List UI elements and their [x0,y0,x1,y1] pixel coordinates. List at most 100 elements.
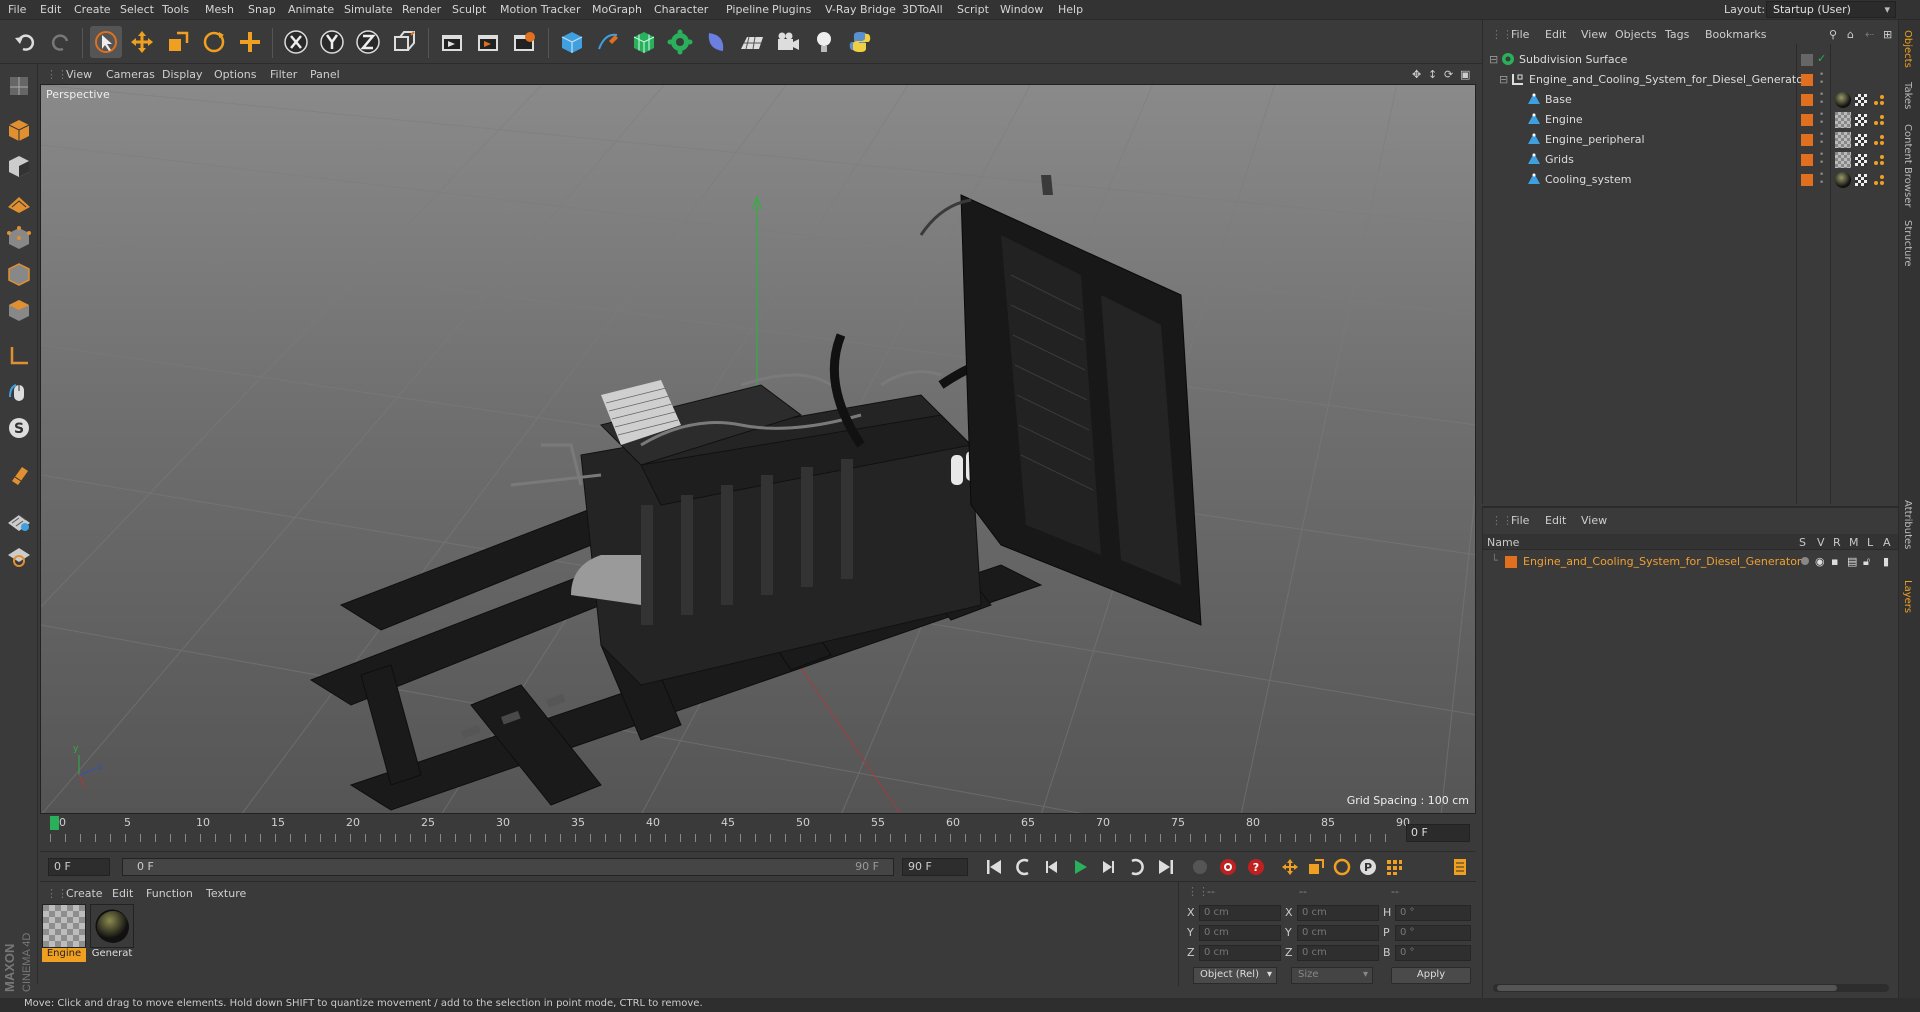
lock-icon[interactable]: 🔓︎ [1863,555,1870,569]
menu-create[interactable]: Create [74,3,111,16]
scale-icon[interactable] [162,26,194,58]
viewport-menu-view[interactable]: View [66,68,92,81]
move-icon[interactable] [126,26,158,58]
solo-toggle-icon[interactable] [1801,557,1809,565]
make-editable-icon[interactable] [3,70,35,102]
polygons-mode-icon[interactable] [3,294,35,326]
points-mode-icon[interactable] [3,222,35,254]
render-picture-viewer-icon[interactable] [472,26,504,58]
visibility-dots-icon[interactable]: • • [1819,71,1824,88]
tab-takes[interactable]: Takes [1902,82,1913,109]
camera-icon[interactable] [772,26,804,58]
material-tag-icon[interactable] [1835,132,1851,148]
material-menu-create[interactable]: Create [66,887,103,900]
key-pla-icon[interactable] [1382,855,1406,879]
y-axis-icon[interactable] [316,26,348,58]
python-icon[interactable] [844,26,876,58]
eye-icon[interactable]: ◉ [1815,555,1825,568]
timeline-ruler[interactable]: 0 5 10 15 20 25 30 35 40 45 50 55 60 65 … [50,816,1410,842]
tweak-mode-icon[interactable] [3,376,35,408]
go-to-start-icon[interactable] [982,855,1006,879]
playhead-marker[interactable] [50,816,59,830]
autokey-icon[interactable] [1216,855,1240,879]
material-tag-icon[interactable] [1835,92,1851,108]
search-icon[interactable]: ⚲ [1829,28,1837,41]
selection-tag-icon[interactable] [1873,134,1885,146]
key-parameter-icon[interactable]: P [1356,855,1380,879]
menu-character[interactable]: Character [654,3,708,16]
visibility-dots-icon[interactable]: • • [1819,111,1824,128]
viewport-menu-filter[interactable]: Filter [270,68,297,81]
home-icon[interactable]: ⌂ [1847,28,1854,41]
menu-script[interactable]: Script [957,3,989,16]
menu-edit[interactable]: Edit [40,3,61,16]
selection-tag-icon[interactable] [1873,94,1885,106]
z-axis-icon[interactable] [352,26,384,58]
object-menu-tags[interactable]: Tags [1665,28,1689,41]
menu-motion-tracker[interactable]: Motion Tracker [500,3,580,16]
size-z-field[interactable]: 0 cm [1297,945,1379,961]
menu-simulate[interactable]: Simulate [344,3,393,16]
pen-spline-icon[interactable] [592,26,624,58]
layout-select[interactable]: Startup (User) [1766,1,1896,18]
edges-mode-icon[interactable] [3,258,35,290]
viewport-zoom-icon[interactable]: ↕ [1428,68,1437,81]
layer-color-swatch[interactable] [1505,556,1517,568]
timeline[interactable]: 0 5 10 15 20 25 30 35 40 45 50 55 60 65 … [40,814,1476,852]
tab-objects[interactable]: Objects [1902,30,1913,68]
visibility-dots-icon[interactable]: • • [1819,151,1824,168]
tab-layers[interactable]: Layers [1902,580,1913,613]
light-icon[interactable] [808,26,840,58]
snapping-icon[interactable]: S [3,412,35,444]
go-to-end-icon[interactable] [1154,855,1178,879]
layer-menu-file[interactable]: File [1511,514,1529,527]
selection-tag-icon[interactable] [1873,174,1885,186]
x-axis-icon[interactable] [280,26,312,58]
lock-workplane-icon[interactable] [3,504,35,536]
tab-attributes[interactable]: Attributes [1902,500,1913,549]
pos-y-field[interactable]: 0 cm [1199,925,1281,941]
size-y-field[interactable]: 0 cm [1297,925,1379,941]
uvw-tag-icon[interactable] [1855,134,1867,146]
material-tag-icon[interactable] [1835,172,1851,188]
rot-p-field[interactable]: 0 ° [1395,925,1471,941]
visibility-dots-icon[interactable]: • • [1819,131,1824,148]
keyframe-selection-icon[interactable]: ? [1244,855,1268,879]
back-icon[interactable]: ⇠ [1865,28,1874,41]
next-key-icon[interactable] [1124,855,1148,879]
object-menu-bookmarks[interactable]: Bookmarks [1705,28,1766,41]
previous-key-icon[interactable] [1012,855,1036,879]
material-tag-icon[interactable] [1835,112,1851,128]
uvw-tag-icon[interactable] [1855,114,1867,126]
object-row-grids[interactable]: Grids • • [1483,150,1899,170]
add-object-icon[interactable] [234,26,266,58]
material-menu-function[interactable]: Function [146,887,193,900]
menu-vray-bridge[interactable]: V-Ray Bridge [825,3,896,16]
layer-menu-view[interactable]: View [1581,514,1607,527]
pos-x-field[interactable]: 0 cm [1199,905,1281,921]
solo-workplane-icon[interactable] [3,540,35,572]
coord-system-icon[interactable] [388,26,420,58]
size-x-field[interactable]: 0 cm [1297,905,1379,921]
pos-z-field[interactable]: 0 cm [1199,945,1281,961]
undo-icon[interactable] [10,26,42,58]
start-frame-field[interactable]: 0 F [48,858,110,876]
coord-mode-dropdown[interactable]: Object (Rel) ▾ [1193,967,1277,984]
selection-tag-icon[interactable] [1873,154,1885,166]
object-menu-view[interactable]: View [1581,28,1607,41]
workplane-icon[interactable] [3,186,35,218]
next-frame-icon[interactable] [1096,855,1120,879]
menu-3dtoall[interactable]: 3DToAll [902,3,943,16]
render-toggle-icon[interactable]: ▪ [1831,555,1838,568]
end-frame-field[interactable]: 90 F [902,858,968,876]
key-scale-icon[interactable] [1304,855,1328,879]
rot-h-field[interactable]: 0 ° [1395,905,1471,921]
axis-icon[interactable] [3,340,35,372]
tab-structure[interactable]: Structure [1902,220,1913,267]
mograph-cloner-icon[interactable] [664,26,696,58]
material-menu-texture[interactable]: Texture [206,887,246,900]
menu-file[interactable]: File [8,3,26,16]
material-menu-edit[interactable]: Edit [112,887,133,900]
3d-viewport[interactable]: y z Perspective Grid Spacing : 100 cm [40,84,1476,814]
menu-mograph[interactable]: MoGraph [592,3,642,16]
